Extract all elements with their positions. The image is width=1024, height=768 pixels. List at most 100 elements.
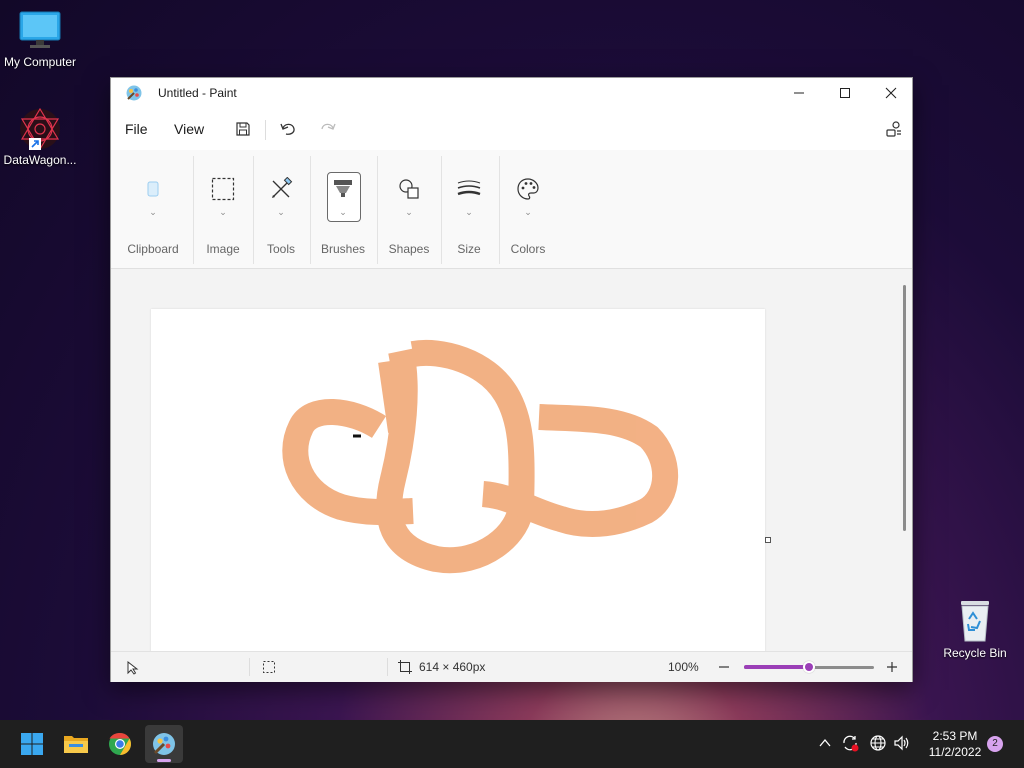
ribbon-group-shapes[interactable]: ⌄ Shapes [377, 150, 441, 268]
window-title: Untitled - Paint [158, 86, 237, 100]
canvas-size-readout: 614 × 460px [419, 660, 486, 674]
selection-icon [208, 174, 238, 204]
desktop-icon-datawagon[interactable]: DataWagon... [0, 106, 80, 167]
ribbon-group-colors[interactable]: ⌄ Colors [501, 150, 555, 268]
status-separator [387, 658, 388, 676]
desktop-icon-label: DataWagon... [3, 153, 77, 167]
status-bar: 614 × 460px 100% [111, 651, 912, 682]
undo-button[interactable] [277, 118, 299, 140]
drawing-canvas[interactable] [151, 309, 765, 651]
paint-stroke [376, 339, 535, 574]
redo-icon [321, 123, 336, 130]
ribbon-label: Size [457, 242, 481, 256]
ribbon-group-tools[interactable]: ⌄ Tools [253, 150, 309, 268]
chevron-down-icon: ⌄ [277, 207, 285, 217]
show-hidden-icons-button[interactable] [818, 736, 832, 755]
tools-icon [266, 174, 296, 204]
minimize-button[interactable] [776, 78, 822, 108]
ribbon: ⌄ Clipboard ⌄ Image ⌄ Tools ⌄ Brushes ⌄ … [111, 150, 912, 269]
recycle-bin-icon [961, 601, 989, 642]
size-icon [454, 174, 484, 204]
windows-logo-icon [21, 733, 43, 755]
ribbon-label: Shapes [388, 242, 430, 256]
globe-icon [870, 735, 886, 751]
chrome-button[interactable] [101, 725, 139, 763]
minus-icon [719, 666, 729, 668]
chevron-down-icon: ⌄ [219, 207, 227, 217]
status-separator [249, 658, 250, 676]
ribbon-label: Brushes [320, 242, 366, 256]
sync-icon [843, 735, 859, 752]
palette-icon [513, 174, 543, 204]
taskbar: 2:53 PM 11/2/2022 [0, 720, 1024, 768]
taskbar-clock[interactable]: 2:53 PM 11/2/2022 [914, 728, 996, 760]
sync-status-button[interactable] [841, 734, 859, 757]
ribbon-group-size[interactable]: ⌄ Size [441, 150, 497, 268]
paint-icon [153, 733, 175, 755]
ribbon-separator [499, 156, 500, 264]
network-button[interactable] [869, 734, 887, 757]
canvas-size-icon [398, 660, 412, 674]
datawagon-icon [20, 107, 60, 151]
monitor-icon [19, 11, 61, 48]
desktop-icon-label: My Computer [3, 55, 77, 69]
chevron-down-icon: ⌄ [339, 207, 347, 217]
shapes-icon [394, 174, 424, 204]
start-button[interactable] [13, 725, 51, 763]
clipboard-icon [138, 174, 168, 204]
chevron-down-icon: ⌄ [465, 207, 473, 217]
active-app-indicator [157, 759, 171, 762]
redo-button[interactable] [317, 118, 339, 140]
pointer-icon [127, 661, 139, 675]
vertical-scrollbar[interactable] [903, 285, 906, 531]
zoom-level: 100% [668, 660, 699, 674]
chevron-up-icon [819, 738, 831, 747]
ribbon-label: Tools [266, 242, 295, 256]
title-bar[interactable]: Untitled - Paint [111, 78, 912, 108]
ribbon-group-brushes[interactable]: ⌄ Brushes [311, 150, 375, 268]
zoom-out-button[interactable] [717, 658, 731, 676]
close-icon [885, 87, 897, 99]
menu-file[interactable]: File [125, 121, 148, 137]
paint-stroke [378, 359, 414, 433]
menu-bar: File View [111, 108, 912, 150]
drawing-strokes [282, 339, 679, 574]
desktop-icon-label: Recycle Bin [943, 646, 1007, 660]
zoom-slider-fill [744, 665, 809, 669]
speaker-icon [894, 735, 909, 751]
chevron-down-icon: ⌄ [149, 207, 157, 217]
file-explorer-button[interactable] [57, 725, 95, 763]
chevron-down-icon: ⌄ [524, 207, 532, 217]
save-button[interactable] [232, 118, 254, 140]
canvas-resize-handle[interactable] [765, 537, 771, 543]
desktop-icon-recycle-bin[interactable]: Recycle Bin [935, 597, 1015, 660]
volume-button[interactable] [893, 734, 911, 757]
account-icon [886, 121, 901, 137]
selection-size-icon [263, 661, 275, 673]
ribbon-group-image[interactable]: ⌄ Image [195, 150, 251, 268]
paint-app-icon [126, 85, 142, 101]
zoom-in-button[interactable] [885, 658, 899, 676]
close-button[interactable] [868, 78, 914, 108]
account-button[interactable] [883, 118, 905, 140]
zoom-slider[interactable] [744, 660, 874, 674]
chrome-icon [109, 732, 131, 755]
maximize-button[interactable] [822, 78, 868, 108]
menu-view[interactable]: View [174, 121, 204, 137]
ribbon-separator [193, 156, 194, 264]
desktop-icon-my-computer[interactable]: My Computer [0, 10, 80, 69]
paint-window[interactable]: Untitled - Paint File View ⌄ Clipboard ⌄… [110, 77, 913, 682]
zoom-slider-thumb[interactable] [803, 661, 815, 673]
paint-taskbar-button[interactable] [145, 725, 183, 763]
minimize-icon [794, 92, 804, 94]
ribbon-group-clipboard[interactable]: ⌄ Clipboard [117, 150, 189, 268]
chevron-down-icon: ⌄ [405, 207, 413, 217]
toolbar-divider [265, 120, 266, 140]
ribbon-label: Image [206, 242, 240, 256]
save-icon [236, 122, 250, 136]
canvas-workspace [111, 269, 912, 651]
plus-icon [887, 662, 897, 672]
folder-icon [64, 736, 88, 753]
ribbon-label: Clipboard [127, 242, 179, 256]
notification-badge[interactable]: 2 [987, 736, 1003, 752]
